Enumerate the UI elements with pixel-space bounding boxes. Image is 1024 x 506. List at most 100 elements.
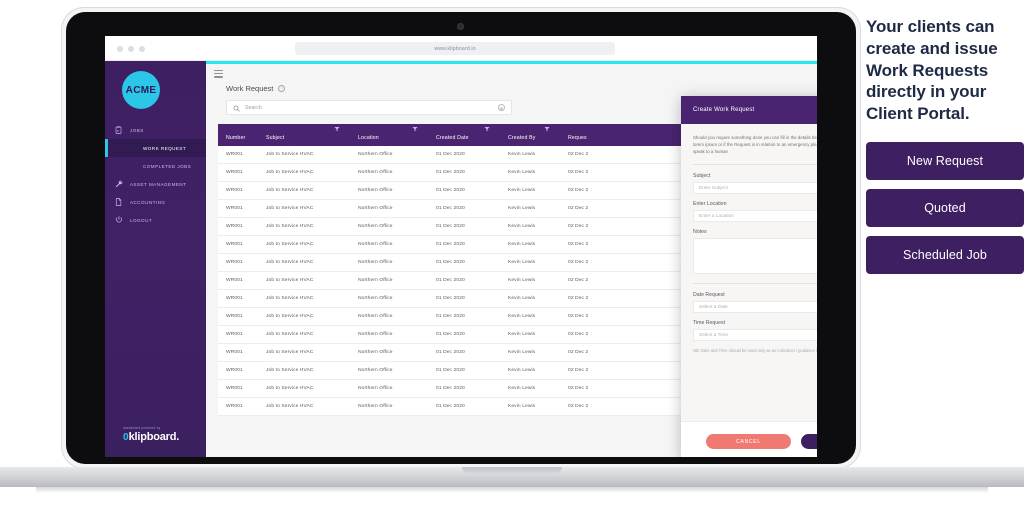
clear-icon[interactable] (498, 104, 505, 111)
column-header-label: Location (358, 135, 379, 141)
cell-location: Northern Office (358, 386, 393, 391)
cell-subject: Job to Service HVAC (266, 404, 314, 409)
cell-requested: 02 Dec 2 (568, 296, 589, 301)
screenshot-root: www.klipboard.io ACME JOBS WORK REQUEST … (0, 0, 1024, 506)
cell-subject: Job to Service HVAC (266, 332, 314, 337)
cell-subject: Job to Service HVAC (266, 260, 314, 265)
sidebar-item-work-request[interactable]: WORK REQUEST (105, 139, 206, 157)
subject-label: Subject (693, 173, 711, 180)
quoted-button[interactable]: Quoted (866, 188, 1024, 227)
cell-created-date: 01 Dec 2020 (436, 350, 465, 355)
cell-created-date: 01 Dec 2020 (436, 242, 465, 247)
modal-body: Should you require something done you ca… (681, 124, 817, 355)
cell-location: Northern Office (358, 296, 393, 301)
sidebar-item-label: ASSET MANAGEMENT (130, 181, 187, 187)
url-text: www.klipboard.io (434, 45, 476, 52)
new-request-button[interactable]: New Request (866, 141, 1024, 180)
column-header-created-date[interactable]: Created Date (428, 127, 500, 146)
sidebar-item-asset-management[interactable]: ASSET MANAGEMENT (105, 175, 206, 193)
cell-requested: 02 Dec 2 (568, 224, 589, 229)
cell-number: WR001 (226, 350, 243, 355)
cell-created-by: Kevin Lewis (508, 404, 536, 409)
promo-panel: Your clients can create and issue Work R… (866, 16, 1024, 274)
notes-textarea[interactable] (693, 238, 817, 275)
maximize-dot-icon[interactable] (139, 46, 145, 52)
filter-icon[interactable] (412, 126, 418, 134)
sidebar-item-label: JOBS (130, 127, 144, 133)
browser-chrome: www.klipboard.io (105, 36, 817, 61)
laptop-base-notch (462, 467, 562, 474)
location-placeholder: Enter a Location (699, 213, 734, 219)
cell-subject: Job to Service HVAC (266, 278, 314, 283)
powered-by-label: dashboard powered by (123, 426, 161, 430)
cell-requested: 02 Dec 2 (568, 170, 589, 175)
cell-created-date: 01 Dec 2020 (436, 368, 465, 373)
cell-created-date: 01 Dec 2020 (436, 152, 465, 157)
date-request-field[interactable]: Select a Date ▾ (693, 301, 817, 314)
column-header-label: Number (226, 135, 246, 141)
cell-created-by: Kevin Lewis (508, 278, 536, 283)
cell-number: WR001 (226, 386, 243, 391)
info-icon[interactable]: i (278, 85, 286, 92)
window-controls[interactable] (117, 46, 145, 52)
sidebar-item-jobs[interactable]: JOBS (105, 121, 206, 139)
cell-created-by: Kevin Lewis (508, 224, 536, 229)
column-header-requested[interactable]: Reques (560, 135, 620, 146)
column-header-subject[interactable]: Subject (258, 127, 350, 146)
cell-number: WR001 (226, 278, 243, 283)
cell-number: WR001 (226, 332, 243, 337)
save-button[interactable]: SAVE (801, 434, 817, 449)
cell-created-date: 01 Dec 2020 (436, 296, 465, 301)
cell-requested: 02 Dec 2 (568, 260, 589, 265)
cell-requested: 02 Dec 2 (568, 152, 589, 157)
cell-number: WR001 (226, 404, 243, 409)
column-header-location[interactable]: Location (350, 127, 428, 146)
cell-requested: 02 Dec 2 (568, 278, 589, 283)
cell-created-by: Kevin Lewis (508, 242, 536, 247)
cancel-button[interactable]: CANCEL (706, 434, 791, 449)
sidebar-item-accounting[interactable]: ACCOUNTING (105, 193, 206, 211)
modal-footer: CANCEL SAVE (681, 421, 817, 457)
cell-created-date: 01 Dec 2020 (436, 260, 465, 265)
cell-created-by: Kevin Lewis (508, 332, 536, 337)
menu-toggle-icon[interactable] (214, 70, 223, 80)
cell-created-date: 01 Dec 2020 (436, 170, 465, 175)
cell-location: Northern Office (358, 350, 393, 355)
power-icon (115, 216, 127, 224)
sidebar-item-label: WORK REQUEST (143, 145, 187, 151)
scheduled-job-button[interactable]: Scheduled Job (866, 235, 1024, 274)
cell-created-by: Kevin Lewis (508, 368, 536, 373)
sidebar-item-logout[interactable]: LOGOUT (105, 211, 206, 229)
notes-label: Notes (693, 229, 707, 236)
sidebar-item-label: ACCOUNTING (130, 199, 166, 205)
close-dot-icon[interactable] (117, 46, 123, 52)
time-request-field[interactable]: Select a Time ▾ (693, 329, 817, 342)
company-logo-text: ACME (125, 84, 157, 96)
webcam-icon (457, 23, 464, 30)
column-header-created-by[interactable]: Created By (500, 127, 560, 146)
modal-note: NB: Date and Time should be used only as… (693, 348, 817, 354)
cell-location: Northern Office (358, 404, 393, 409)
cell-requested: 02 Dec 2 (568, 188, 589, 193)
cell-requested: 02 Dec 2 (568, 206, 589, 211)
filter-icon[interactable] (334, 126, 340, 134)
column-header-label: Created Date (436, 135, 469, 141)
search-input[interactable]: Search (226, 100, 512, 115)
location-field[interactable]: Enter a Location ▾ (693, 210, 817, 223)
cell-subject: Job to Service HVAC (266, 386, 314, 391)
filter-icon[interactable] (544, 126, 550, 134)
column-header-number[interactable]: Number (218, 135, 258, 146)
cell-subject: Job to Service HVAC (266, 296, 314, 301)
cell-created-date: 01 Dec 2020 (436, 404, 465, 409)
address-bar[interactable]: www.klipboard.io (295, 42, 615, 55)
modal-divider-2 (693, 283, 817, 285)
cell-number: WR001 (226, 314, 243, 319)
search-placeholder: Search (245, 104, 262, 111)
cell-location: Northern Office (358, 260, 393, 265)
filter-icon[interactable] (484, 126, 490, 134)
subject-field[interactable]: Enter Subject ▾ (693, 182, 817, 195)
sidebar-item-completed-jobs[interactable]: COMPLETED JOBS (105, 157, 206, 175)
laptop-screen: www.klipboard.io ACME JOBS WORK REQUEST … (105, 36, 817, 457)
laptop-base-shadow (36, 487, 988, 493)
minimize-dot-icon[interactable] (128, 46, 134, 52)
